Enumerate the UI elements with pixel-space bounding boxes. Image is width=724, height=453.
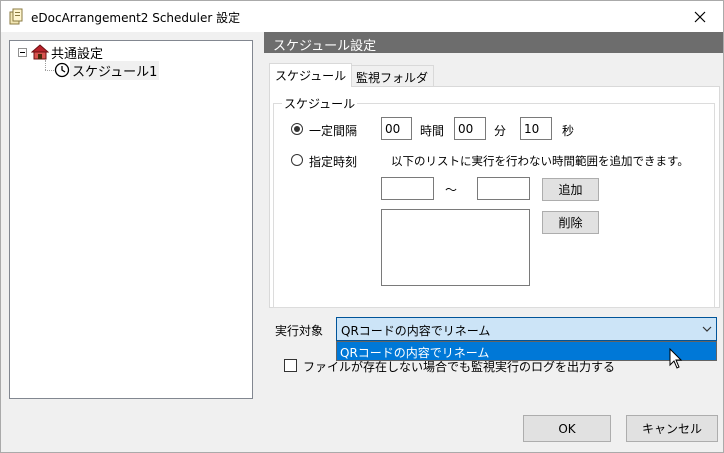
range-tilde: ～ (445, 183, 458, 197)
tree-item-schedule-1[interactable]: スケジュール1 (54, 60, 160, 80)
tree-item-label: スケジュール1 (70, 60, 160, 80)
cancel-button[interactable]: キャンセル (626, 415, 718, 442)
delete-button[interactable]: 削除 (542, 211, 599, 234)
window-title: eDocArrangement2 Scheduler 設定 (31, 11, 241, 25)
seconds-input[interactable] (520, 117, 552, 140)
target-dropdown-list: QRコードの内容でリネーム (336, 341, 717, 361)
interval-radio[interactable] (291, 123, 303, 135)
title-bar[interactable]: eDocArrangement2 Scheduler 設定 (1, 1, 723, 32)
panel-header: スケジュール設定 (264, 32, 723, 54)
target-select-value: QRコードの内容でリネーム (341, 324, 491, 338)
close-icon (694, 11, 706, 22)
target-label: 実行対象 (275, 324, 324, 338)
tab-page-schedule: スケジュール 一定間隔 時間 分 秒 指定時刻 以下のリストに実行を行わない時間… (269, 86, 720, 308)
specified-time-radio[interactable] (291, 154, 303, 166)
schedule-group: スケジュール 一定間隔 時間 分 秒 指定時刻 以下のリストに実行を行わない時間… (273, 95, 715, 308)
hours-input[interactable] (381, 117, 412, 140)
chevron-down-icon (702, 326, 712, 332)
settings-tree[interactable]: 共通設定 スケジュール1 (9, 40, 253, 399)
add-button[interactable]: 追加 (542, 178, 599, 201)
interval-label: 一定間隔 (309, 124, 358, 138)
tree-connector (45, 60, 46, 70)
minutes-unit-label: 分 (494, 124, 507, 138)
log-output-checkbox[interactable] (284, 359, 297, 372)
tree-connector (45, 70, 54, 71)
exclude-to-input[interactable] (477, 177, 530, 200)
settings-window: eDocArrangement2 Scheduler 設定 共通設定 スケジュー… (0, 0, 724, 453)
group-title: スケジュール (282, 95, 358, 112)
tab-watch-folder[interactable]: 監視フォルダ (350, 65, 435, 87)
specified-time-label: 指定時刻 (309, 155, 358, 169)
close-button[interactable] (677, 1, 723, 32)
exclude-from-input[interactable] (381, 177, 434, 200)
tab-schedule[interactable]: スケジュール (269, 63, 353, 87)
target-option[interactable]: QRコードの内容でリネーム (337, 342, 716, 360)
tree-item-common-settings[interactable]: 共通設定 (31, 43, 105, 62)
minutes-input[interactable] (454, 117, 486, 140)
tree-collapse-toggle[interactable] (18, 48, 27, 57)
ok-button[interactable]: OK (523, 415, 611, 442)
app-icon (9, 8, 23, 25)
mouse-pointer-icon (669, 348, 683, 369)
target-select[interactable]: QRコードの内容でリネーム (336, 317, 717, 341)
seconds-unit-label: 秒 (562, 124, 575, 138)
tree-item-label: 共通設定 (51, 46, 104, 62)
exclusion-hint: 以下のリストに実行を行わない時間範囲を追加できます。 (391, 154, 689, 168)
clock-icon (54, 62, 70, 78)
house-icon (31, 44, 49, 60)
exclusion-list[interactable] (381, 209, 530, 286)
hours-unit-label: 時間 (420, 124, 445, 138)
